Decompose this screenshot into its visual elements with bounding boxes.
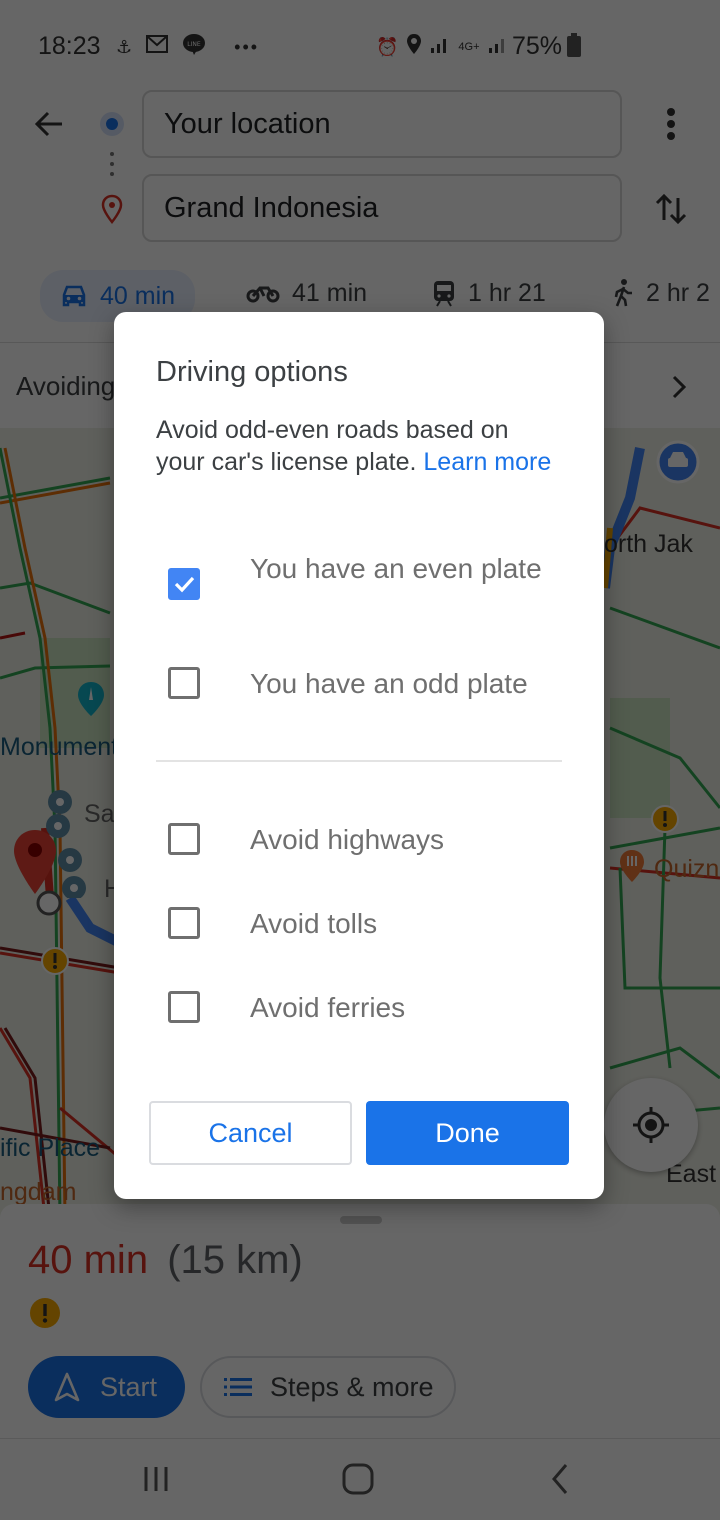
avoid-highways-checkbox[interactable] xyxy=(168,823,200,855)
checkmark-icon xyxy=(174,576,195,593)
dialog-description: Avoid odd-even roads based on your car's… xyxy=(156,414,556,478)
avoid-ferries-label: Avoid ferries xyxy=(250,992,406,1023)
even-plate-label: You have an even plate xyxy=(250,553,542,584)
avoid-ferries-checkbox[interactable] xyxy=(168,991,200,1023)
option-even-plate[interactable]: You have an even plate xyxy=(114,548,604,628)
dialog-divider xyxy=(156,760,562,762)
learn-more-link[interactable]: Learn more xyxy=(423,448,551,476)
avoid-tolls-label: Avoid tolls xyxy=(250,908,378,939)
done-button[interactable]: Done xyxy=(366,1101,569,1165)
dialog-title: Driving options xyxy=(156,356,348,388)
option-avoid-highways[interactable]: Avoid highways xyxy=(114,802,604,876)
even-plate-checkbox[interactable] xyxy=(168,568,200,600)
avoid-highways-label: Avoid highways xyxy=(250,824,445,855)
option-avoid-tolls[interactable]: Avoid tolls xyxy=(114,886,604,960)
option-odd-plate[interactable]: You have an odd plate xyxy=(114,646,604,720)
cancel-button[interactable]: Cancel xyxy=(149,1101,352,1165)
option-avoid-ferries[interactable]: Avoid ferries xyxy=(114,970,604,1044)
odd-plate-checkbox[interactable] xyxy=(168,667,200,699)
driving-options-dialog: Driving options Avoid odd-even roads bas… xyxy=(114,312,604,1199)
avoid-tolls-checkbox[interactable] xyxy=(168,907,200,939)
odd-plate-label: You have an odd plate xyxy=(250,668,528,699)
